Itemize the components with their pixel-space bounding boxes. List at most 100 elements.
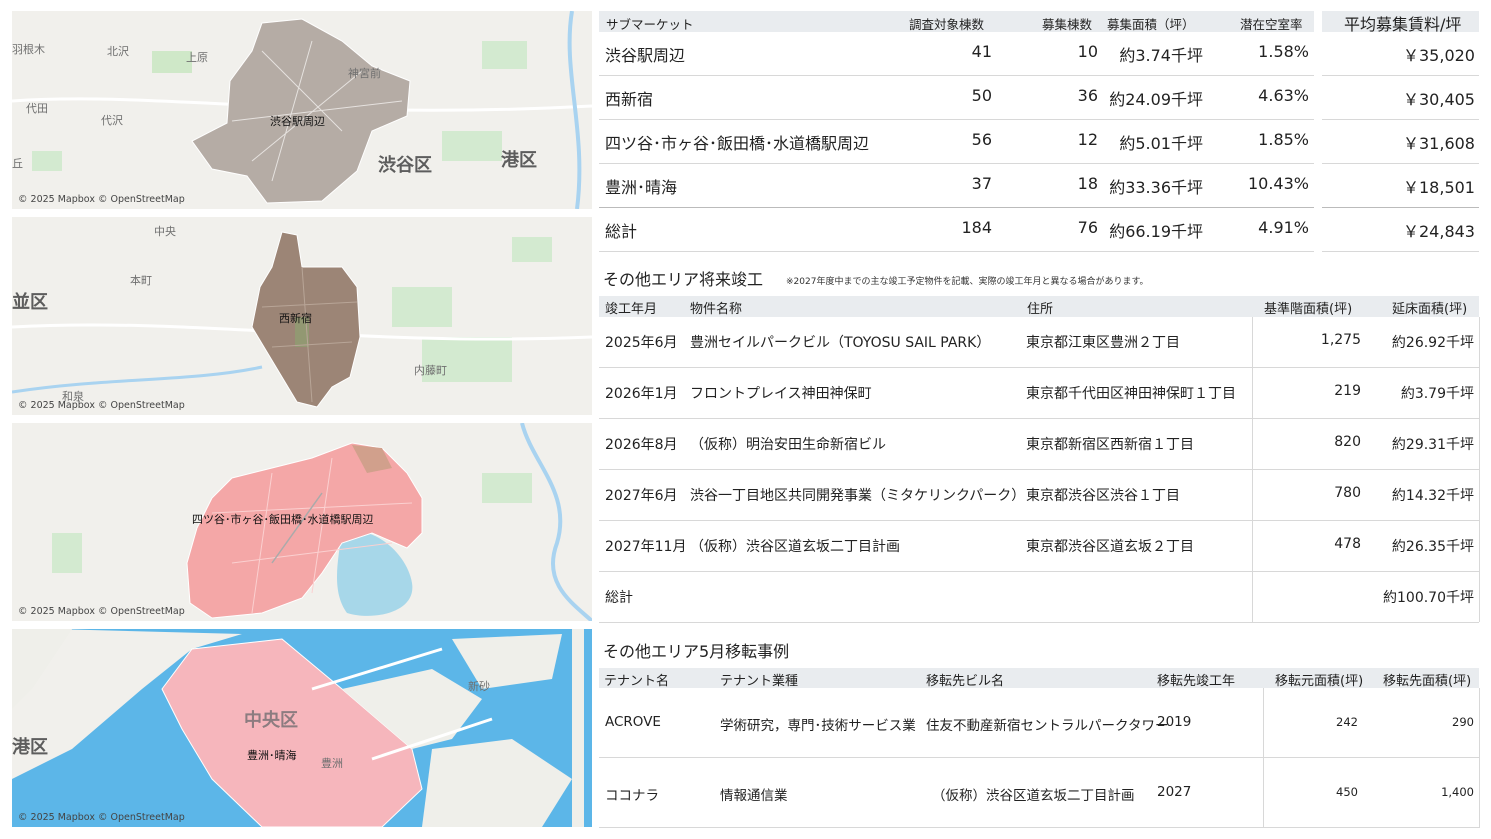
- map-toyosu-canvas: [12, 629, 592, 827]
- property-address: 東京都渋谷区渋谷１丁目: [1026, 488, 1180, 504]
- relocation-header: テナント名 テナント業種 移転先ビル名 移転先竣工年 移転元面積(坪) 移転先面…: [599, 668, 1479, 689]
- relocation-row[interactable]: ACROVE 学術研究，専門･技術サービス業 住友不動産新宿セントラルパークタワー 2…: [599, 688, 1479, 758]
- average-rent: ￥24,843: [1403, 222, 1475, 241]
- header-recruiting: 募集棟数: [1042, 17, 1093, 32]
- tenant-name: ココナラ: [605, 788, 659, 804]
- map-shibuya-canvas: [12, 11, 592, 209]
- relocation-title: その他エリア5月移転事例: [603, 642, 790, 661]
- total-floor-area: 約26.92千坪: [1391, 335, 1474, 351]
- map-nishishinjuku[interactable]: 中央 本町 内藤町 和泉 並区 西新宿 © 2025 Mapbox © Open…: [12, 217, 592, 415]
- property-address: 東京都江東区豊洲２丁目: [1026, 335, 1180, 351]
- surveyed-count: 56: [971, 130, 992, 149]
- future-header: 竣工年月 物件名称 住所 基準階面積(坪) 延床面積(坪): [599, 296, 1479, 317]
- average-rent: ￥18,501: [1403, 178, 1475, 197]
- header-date: 竣工年月: [605, 302, 658, 317]
- header-area: 募集面積（坪）: [1107, 17, 1195, 32]
- completion-date: 2025年6月: [605, 335, 678, 351]
- completion-date: 2026年1月: [605, 386, 678, 402]
- surveyed-count: 41: [971, 42, 992, 61]
- recruiting-count: 10: [1077, 42, 1098, 61]
- future-row[interactable]: 2026年1月 フロントプレイス神田神保町 東京都千代田区神田神保町１丁目 219 約3…: [599, 368, 1479, 419]
- map-big-label: 中央区: [244, 710, 298, 731]
- submarket-name: 四ツ谷･市ヶ谷･飯田橋･水道橋駅周辺: [605, 134, 870, 153]
- submarket-row[interactable]: 四ツ谷･市ヶ谷･飯田橋･水道橋駅周辺 56 12 約5.01千坪 1.85%: [599, 120, 1314, 164]
- map-label: 丘: [12, 157, 23, 170]
- average-rent: ￥30,405: [1403, 90, 1475, 109]
- tenant-industry: 学術研究，専門･技術サービス業: [720, 718, 916, 734]
- map-label: 内藤町: [414, 364, 447, 377]
- completion-date: 2027年11月: [605, 539, 687, 555]
- submarket-header-rent: 平均募集賃料/坪: [1322, 11, 1479, 34]
- vacancy-rate: 10.43%: [1247, 174, 1309, 193]
- map-credit: © 2025 Mapbox © OpenStreetMap: [18, 812, 185, 823]
- destination-year: 2027: [1157, 784, 1192, 800]
- header-to-area: 移転先面積(坪): [1383, 674, 1472, 689]
- header-address: 住所: [1027, 302, 1054, 317]
- floor-area: 780: [1334, 485, 1361, 501]
- recruiting-count: 36: [1077, 86, 1098, 105]
- future-total-area: 約100.70千坪: [1383, 590, 1474, 606]
- vacancy-rate: 1.58%: [1258, 42, 1309, 61]
- relocation-row[interactable]: ココナラ 情報通信業 （仮称）渋谷区道玄坂二丁目計画 2027 450 1,400: [599, 758, 1479, 828]
- total-floor-area: 約26.35千坪: [1391, 539, 1474, 555]
- recruiting-area: 約66.19千坪: [1109, 222, 1203, 241]
- property-name: 豊洲セイルパークビル（TOYOSU SAIL PARK）: [690, 335, 991, 351]
- header-year: 移転先竣工年: [1157, 674, 1236, 689]
- map-label: 本町: [130, 274, 152, 287]
- total-floor-area: 約3.79千坪: [1400, 386, 1474, 402]
- submarket-row[interactable]: 西新宿 50 36 約24.09千坪 4.63%: [599, 76, 1314, 120]
- map-credit: © 2025 Mapbox © OpenStreetMap: [18, 400, 185, 411]
- future-row[interactable]: 2025年6月 豊洲セイルパークビル（TOYOSU SAIL PARK） 東京都江東…: [599, 317, 1479, 368]
- map-label: 上原: [186, 51, 208, 64]
- map-shibuya[interactable]: 羽根木 北沢 上原 神宮前 代田 代沢 丘 渋谷区 港区 渋谷駅周辺 © 202…: [12, 11, 592, 209]
- map-label: 代田: [26, 102, 48, 115]
- map-credit: © 2025 Mapbox © OpenStreetMap: [18, 606, 185, 617]
- total-floor-area: 約29.31千坪: [1391, 437, 1474, 453]
- submarket-name: 総計: [605, 222, 638, 241]
- submarket-name: 豊洲･晴海: [605, 178, 678, 197]
- map-toyosu-harumi[interactable]: 新砂 豊洲 中央区 港区 豊洲･晴海 © 2025 Mapbox © OpenS…: [12, 629, 592, 827]
- origin-area: 242: [1336, 715, 1358, 729]
- future-note: ※2027年度中までの主な竣工予定物件を記載、実際の竣工年月と異なる場合がありま…: [786, 277, 1149, 287]
- recruiting-area: 約5.01千坪: [1119, 134, 1203, 153]
- property-address: 東京都千代田区神田神保町１丁目: [1026, 386, 1236, 402]
- surveyed-count: 50: [971, 86, 992, 105]
- property-address: 東京都新宿区西新宿１丁目: [1026, 437, 1194, 453]
- rent-cell: ￥18,501: [1322, 164, 1479, 208]
- header-industry: テナント業種: [720, 674, 799, 689]
- submarket-name: 西新宿: [605, 90, 654, 109]
- recruiting-area: 約33.36千坪: [1109, 178, 1203, 197]
- rent-cell: ￥35,020: [1322, 32, 1479, 76]
- future-row[interactable]: 2027年6月 渋谷一丁目地区共同開発事業（ミタケリンクパーク） 東京都渋谷区渋谷１…: [599, 470, 1479, 521]
- property-name: （仮称）渋谷区道玄坂二丁目計画: [690, 539, 900, 555]
- floor-area: 478: [1334, 536, 1361, 552]
- property-name: 渋谷一丁目地区共同開発事業（ミタケリンクパーク）: [690, 488, 1026, 504]
- completion-date: 2026年8月: [605, 437, 678, 453]
- header-tenant: テナント名: [604, 674, 670, 689]
- future-row[interactable]: 2027年11月 （仮称）渋谷区道玄坂二丁目計画 東京都渋谷区道玄坂２丁目 478 約2…: [599, 521, 1479, 572]
- completion-date: 2027年6月: [605, 488, 678, 504]
- map-yotsuya-ichigaya[interactable]: 四ツ谷･市ヶ谷･飯田橋･水道橋駅周辺 © 2025 Mapbox © OpenS…: [12, 423, 592, 621]
- future-total-row[interactable]: 総計 約100.70千坪: [599, 572, 1479, 623]
- map-big-label: 港区: [12, 737, 48, 758]
- header-total-area: 延床面積(坪): [1392, 302, 1468, 317]
- submarket-row[interactable]: 渋谷駅周辺 41 10 約3.74千坪 1.58%: [599, 32, 1314, 76]
- submarket-row[interactable]: 豊洲･晴海 37 18 約33.36千坪 10.43%: [599, 164, 1314, 208]
- submarket-total-row[interactable]: 総計 184 76 約66.19千坪 4.91%: [599, 208, 1314, 252]
- header-floor-area: 基準階面積(坪): [1264, 302, 1353, 317]
- vacancy-rate: 4.63%: [1258, 86, 1309, 105]
- recruiting-count: 76: [1077, 218, 1098, 237]
- destination-area: 1,400: [1441, 785, 1474, 799]
- vacancy-rate: 1.85%: [1258, 130, 1309, 149]
- map-area-label: 渋谷駅周辺: [270, 115, 325, 128]
- recruiting-area: 約24.09千坪: [1109, 90, 1203, 109]
- map-label: 中央: [154, 225, 176, 238]
- recruiting-count: 12: [1077, 130, 1098, 149]
- map-label: 羽根木: [12, 43, 45, 56]
- map-credit: © 2025 Mapbox © OpenStreetMap: [18, 194, 185, 205]
- header-surveyed: 調査対象棟数: [909, 17, 985, 32]
- floor-area: 1,275: [1320, 332, 1361, 348]
- future-row[interactable]: 2026年8月 （仮称）明治安田生命新宿ビル 東京都新宿区西新宿１丁目 820 約29.…: [599, 419, 1479, 470]
- header-vacancy: 潜在空室率: [1240, 17, 1303, 32]
- recruiting-area: 約3.74千坪: [1119, 46, 1203, 65]
